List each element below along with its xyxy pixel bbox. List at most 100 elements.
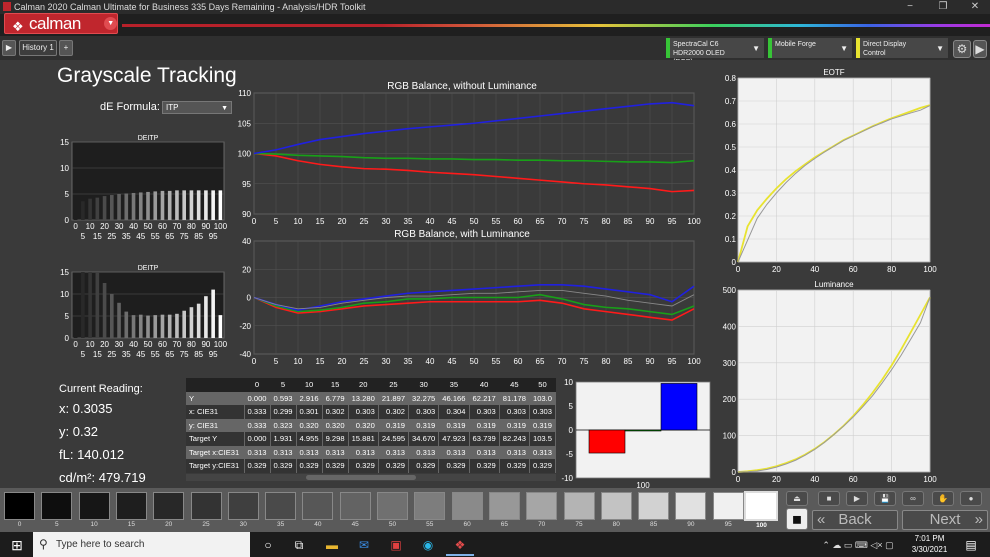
- x-tick-label: 15: [316, 217, 325, 226]
- patch-swatch[interactable]: [302, 492, 334, 520]
- patch-swatch[interactable]: [488, 492, 520, 520]
- table-cell: 2.916: [296, 391, 323, 405]
- patch-swatch[interactable]: [153, 492, 185, 520]
- x-tick-label: 0: [252, 357, 257, 366]
- deitp-bar: [73, 335, 78, 338]
- x-tick-label: 95: [668, 357, 677, 366]
- patch-swatch[interactable]: [675, 492, 707, 520]
- x-tick-label: 80: [187, 340, 196, 349]
- table-cell: 0.329: [244, 459, 271, 473]
- deitp-bar: [153, 191, 158, 220]
- play-button[interactable]: ▶: [846, 491, 868, 506]
- patch-swatch[interactable]: [638, 492, 670, 520]
- record-button[interactable]: ●: [960, 491, 982, 506]
- table-cell: 0.313: [348, 445, 379, 459]
- reading-cdm2: cd/m²: 479.719: [59, 470, 146, 485]
- mail-icon[interactable]: ✉: [355, 536, 373, 554]
- table-cell: 15.881: [348, 432, 379, 446]
- windows-start-icon[interactable]: ⊞: [8, 536, 26, 554]
- de-formula-select[interactable]: ITP ▼: [162, 101, 232, 114]
- x-tick-label: 20: [100, 340, 109, 349]
- table-cell: 0.329: [322, 459, 349, 473]
- y-tick-label: 0: [65, 334, 70, 343]
- stop-square-button[interactable]: ◼: [786, 508, 808, 530]
- next-button[interactable]: Next »: [902, 510, 988, 530]
- x-tick-label: 40: [129, 222, 138, 231]
- row-header: x: CIE31: [186, 405, 245, 419]
- search-icon: ⚲: [39, 537, 48, 551]
- panel-toggle-button[interactable]: ▶: [973, 40, 987, 58]
- patch-swatch[interactable]: [377, 492, 408, 520]
- patch-swatch-label: 10: [90, 521, 98, 528]
- patch-swatch[interactable]: [339, 492, 371, 520]
- y-tick-label: 400: [723, 322, 737, 331]
- table-scrollbar[interactable]: [186, 474, 556, 481]
- tab-history-1[interactable]: History 1: [19, 40, 57, 56]
- taskbar-search-input[interactable]: ⚲ Type here to search: [33, 532, 250, 557]
- task-view-icon[interactable]: ⧉: [290, 536, 308, 554]
- file-explorer-icon[interactable]: ▬: [323, 536, 341, 554]
- sidebar-toggle-button[interactable]: ▶: [2, 40, 16, 56]
- edge-browser-icon[interactable]: ◉: [419, 536, 437, 554]
- row-header: Target Y: [186, 432, 245, 446]
- patch-swatch[interactable]: [563, 492, 595, 520]
- minimize-button[interactable]: −: [895, 0, 925, 14]
- deitp-bar: [110, 294, 114, 338]
- close-button[interactable]: ✕: [960, 0, 990, 14]
- deitp-chart-top: DEITP0510150 10 20 30 40 50 60 70 80 90 1005 15 25 35…: [60, 135, 228, 241]
- rgb-balance-luminance-chart: RGB Balance, with Luminance -40 -20 0 20 40 0 5…: [239, 229, 701, 366]
- patch-swatch-label: 45: [351, 521, 359, 528]
- patch-swatch[interactable]: [78, 492, 110, 520]
- patch-swatch[interactable]: [600, 492, 632, 520]
- calman-taskbar-icon[interactable]: ❖: [451, 536, 469, 554]
- y-tick-label: 15: [60, 268, 69, 277]
- display-selector-label: Direct Display Control: [863, 41, 907, 57]
- patch-swatch[interactable]: [451, 492, 483, 520]
- stop-button[interactable]: ■: [818, 491, 840, 506]
- y-tick-label: 40: [242, 237, 251, 246]
- patch-swatch[interactable]: [526, 492, 558, 520]
- chart-title: DEITP: [138, 135, 159, 142]
- table-row: y: CIE31 0.333 0.323 0.320 0.320 0.320 0.319 0.…: [186, 418, 556, 432]
- cortana-icon[interactable]: ○: [259, 536, 277, 554]
- patch-swatch[interactable]: [265, 492, 297, 520]
- display-selector[interactable]: Direct Display Control ▼: [856, 38, 948, 58]
- patch-swatch-label: 35: [276, 521, 285, 528]
- scrollbar-thumb[interactable]: [306, 475, 416, 480]
- x-tick-label: 85: [194, 350, 203, 359]
- patch-swatch[interactable]: [115, 492, 147, 520]
- x-tick-label: 50: [470, 357, 479, 366]
- deitp-bar: [81, 201, 85, 220]
- source-selector[interactable]: Mobile Forge ▼: [768, 38, 852, 58]
- patch-swatch[interactable]: [414, 492, 446, 520]
- patch-swatch[interactable]: [41, 492, 73, 520]
- calman-logo-menu[interactable]: ❖ calman ▼: [4, 13, 118, 34]
- taskbar-clock[interactable]: 7:01 PM 3/30/2021: [902, 533, 957, 555]
- back-button[interactable]: « Back: [812, 510, 898, 530]
- y-tick-label: 0.1: [725, 235, 737, 244]
- x-tick-label: 60: [514, 217, 523, 226]
- x-tick-label: 25: [360, 357, 369, 366]
- deitp-bar: [81, 272, 85, 338]
- meter-selector[interactable]: SpectraCal C6 HDR2000 OLED (RGB) ▼: [666, 38, 764, 66]
- notification-icon[interactable]: ▤: [962, 536, 980, 554]
- table-cell: 0.000: [244, 391, 271, 405]
- current-patch-swatch[interactable]: [744, 491, 778, 521]
- add-tab-button[interactable]: +: [59, 40, 73, 56]
- system-tray[interactable]: ⌃ ☁ ▭ ⌨ ◁× ▢: [818, 536, 898, 554]
- x-tick-label: 5: [274, 357, 279, 366]
- patch-swatch[interactable]: [227, 492, 259, 520]
- patch-swatch[interactable]: [4, 492, 35, 520]
- settings-gear-button[interactable]: ⚙: [953, 40, 971, 58]
- patch-swatch[interactable]: [190, 492, 222, 520]
- save-icon[interactable]: 💾: [874, 491, 896, 506]
- rgb-balance-bar-chart: -10-50510100: [561, 378, 711, 490]
- gift-icon[interactable]: ▣: [387, 536, 405, 554]
- x-tick-label: 30: [382, 357, 391, 366]
- maximize-button[interactable]: ❐: [928, 0, 958, 14]
- loop-button[interactable]: ∞: [902, 491, 924, 506]
- hand-button[interactable]: ✋: [932, 491, 954, 506]
- x-tick-label: 20: [338, 217, 347, 226]
- eject-button[interactable]: ⏏: [786, 491, 808, 506]
- patch-swatch[interactable]: [712, 492, 744, 520]
